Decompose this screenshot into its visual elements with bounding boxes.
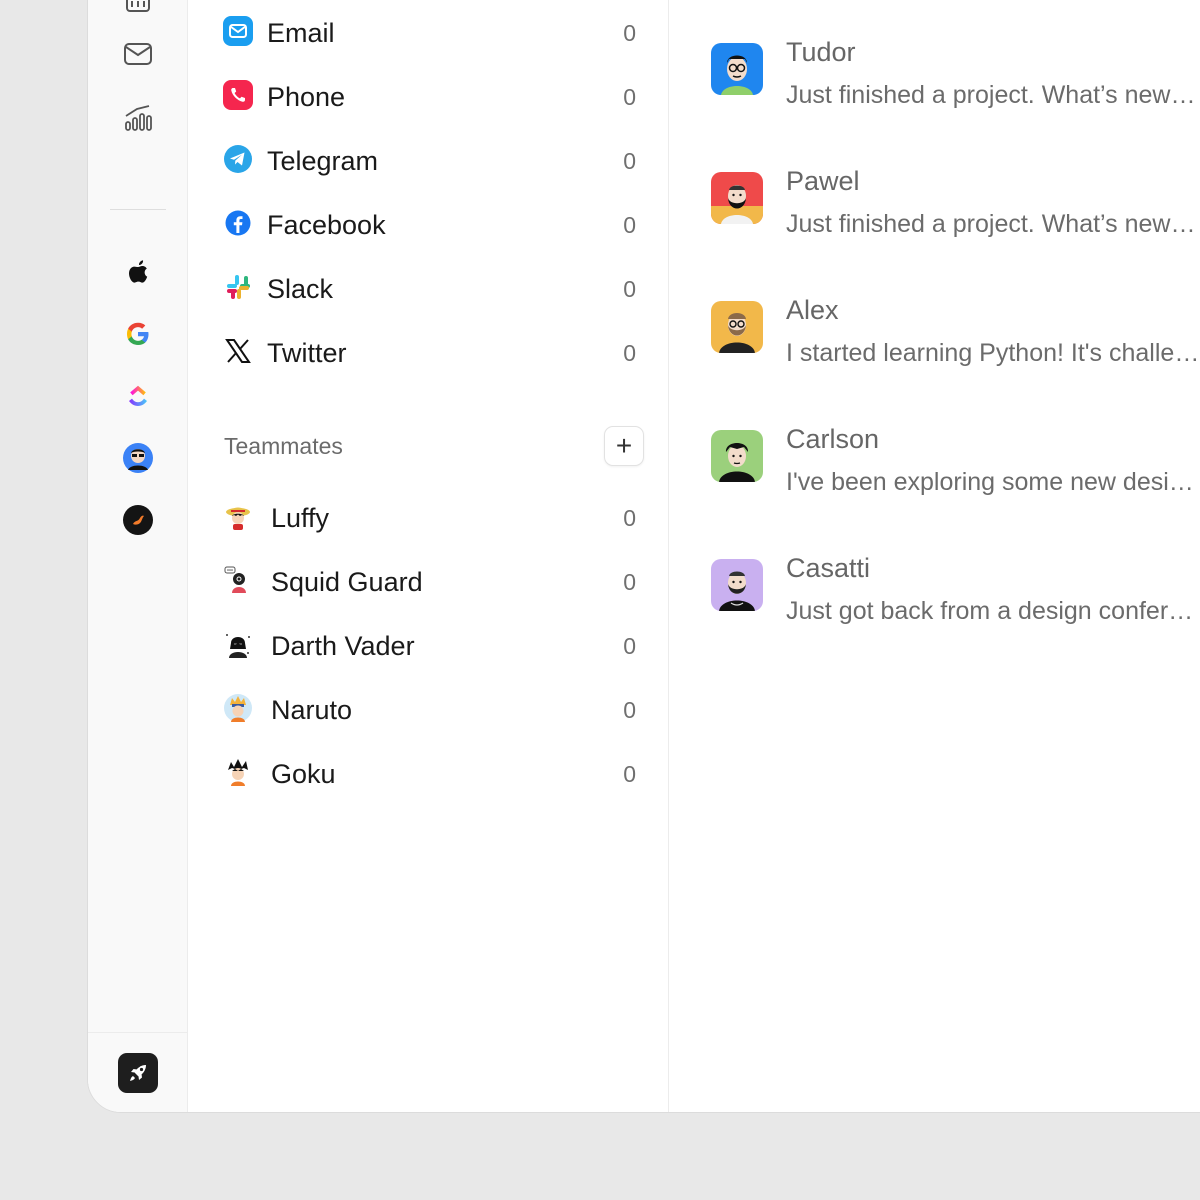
teammate-row-goku[interactable]: Goku 0 [189, 752, 668, 792]
teammate-count: 0 [623, 761, 636, 787]
channel-count: 0 [623, 212, 636, 238]
channel-count: 0 [623, 20, 636, 46]
teammate-label: Goku [271, 759, 336, 789]
inbox-panel: Email 0 Phone 0 Telegram 0 Facebook 0 Sl… [189, 0, 669, 1112]
squid-guard-avatar [223, 565, 253, 595]
teammate-row-naruto[interactable]: Naruto 0 [189, 688, 668, 728]
plus-icon: + [615, 430, 633, 461]
teammate-label: Luffy [271, 503, 330, 533]
channel-label: Phone [267, 82, 346, 112]
conversation-preview: I started learning Python! It's challeng… [786, 339, 1200, 367]
channel-row-email[interactable]: Email 0 [189, 11, 668, 51]
pawel-avatar [711, 172, 763, 224]
channel-label: Email [267, 18, 335, 48]
teammate-count: 0 [623, 569, 636, 595]
analytics-icon[interactable] [118, 98, 158, 138]
channel-label: Facebook [267, 210, 386, 240]
channel-row-slack[interactable]: Slack 0 [189, 267, 668, 307]
naruto-avatar [223, 693, 253, 723]
calendar-icon[interactable] [118, 0, 158, 21]
apple-icon[interactable] [118, 252, 158, 292]
channel-row-phone[interactable]: Phone 0 [189, 75, 668, 115]
teammate-label: Naruto [271, 695, 353, 725]
teammate-count: 0 [623, 633, 636, 659]
channel-row-facebook[interactable]: Facebook 0 [189, 203, 668, 243]
phone-icon [223, 80, 253, 110]
add-teammate-button[interactable]: + [604, 426, 644, 466]
conversation-name: Alex [786, 295, 839, 325]
facebook-icon [223, 208, 253, 238]
goku-avatar [223, 757, 253, 787]
conversation-item[interactable]: Alex I started learning Python! It's cha… [711, 295, 1200, 385]
icon-rail [88, 0, 188, 1112]
mail-icon[interactable] [118, 34, 158, 74]
conversation-name: Casatti [786, 553, 871, 583]
conversation-preview: Just got back from a design conference. [786, 597, 1200, 625]
workspace-avatar[interactable] [118, 500, 158, 540]
slack-icon [223, 272, 253, 302]
channel-label: Twitter [267, 338, 347, 368]
darth-vader-avatar [223, 629, 253, 659]
app-window: Email 0 Phone 0 Telegram 0 Facebook 0 Sl… [87, 0, 1200, 1113]
rocket-icon[interactable] [118, 1053, 158, 1093]
rail-divider [110, 209, 166, 210]
channel-count: 0 [623, 84, 636, 110]
conversation-name: Pawel [786, 166, 860, 196]
teammate-row-darth-vader[interactable]: Darth Vader 0 [189, 624, 668, 664]
channel-row-twitter[interactable]: Twitter 0 [189, 331, 668, 371]
google-icon[interactable] [118, 314, 158, 354]
teammate-label: Squid Guard [271, 567, 423, 597]
channel-label: Slack [267, 274, 334, 304]
conversation-preview: I've been exploring some new design tool… [786, 468, 1200, 496]
email-icon [223, 16, 253, 46]
profile-avatar[interactable] [118, 438, 158, 478]
clickup-icon[interactable] [118, 376, 158, 416]
telegram-icon [223, 144, 253, 174]
channel-count: 0 [623, 148, 636, 174]
channel-row-telegram[interactable]: Telegram 0 [189, 139, 668, 179]
luffy-avatar [223, 501, 253, 531]
conversation-item[interactable]: Carlson I've been exploring some new des… [711, 424, 1200, 514]
conversation-item[interactable]: Tudor Just finished a project. What’s ne… [711, 37, 1200, 127]
tudor-avatar [711, 43, 763, 95]
rail-footer [88, 1032, 187, 1112]
alex-avatar [711, 301, 763, 353]
channel-count: 0 [623, 276, 636, 302]
x-icon [223, 336, 253, 366]
conversation-name: Tudor [786, 37, 856, 67]
carlson-avatar [711, 430, 763, 482]
conversation-preview: Just finished a project. What’s new with… [786, 210, 1200, 238]
conversation-preview: Just finished a project. What’s new with… [786, 81, 1200, 109]
conversation-item[interactable]: Casatti Just got back from a design conf… [711, 553, 1200, 643]
teammates-heading: Teammates [224, 433, 343, 459]
teammate-count: 0 [623, 697, 636, 723]
conversation-item[interactable]: Pawel Just finished a project. What’s ne… [711, 166, 1200, 256]
casatti-avatar [711, 559, 763, 611]
teammate-row-luffy[interactable]: Luffy 0 [189, 496, 668, 536]
conversation-list: Tudor Just finished a project. What’s ne… [669, 0, 1200, 1112]
teammate-row-squid-guard[interactable]: Squid Guard 0 [189, 560, 668, 600]
channel-count: 0 [623, 340, 636, 366]
teammate-count: 0 [623, 505, 636, 531]
channel-label: Telegram [267, 146, 379, 176]
conversation-name: Carlson [786, 424, 880, 454]
teammate-label: Darth Vader [271, 631, 415, 661]
